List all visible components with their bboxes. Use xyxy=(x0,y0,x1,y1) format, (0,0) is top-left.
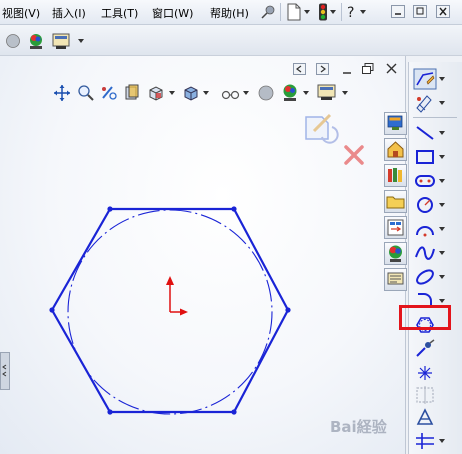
design-library-tab[interactable] xyxy=(384,164,407,187)
mirror-icon[interactable] xyxy=(413,384,437,406)
appearance-icon[interactable] xyxy=(5,33,21,49)
dropdown-arrow-icon[interactable] xyxy=(439,131,445,135)
text-icon[interactable] xyxy=(413,406,437,428)
appearances-icon xyxy=(389,245,402,262)
new-document-icon[interactable] xyxy=(286,3,302,21)
dropdown-arrow-icon[interactable] xyxy=(439,203,445,207)
pin-icon[interactable] xyxy=(260,4,276,20)
menu-window[interactable]: 窗口(W) xyxy=(152,5,193,21)
rebuild-icon[interactable] xyxy=(318,3,328,21)
slot-icon[interactable] xyxy=(413,170,437,192)
folder-icon xyxy=(386,196,405,209)
standard-toolbar xyxy=(0,25,462,56)
custom-properties-icon xyxy=(387,272,404,285)
dropdown-arrow-icon[interactable] xyxy=(330,10,336,14)
dropdown-arrow-icon[interactable] xyxy=(360,10,366,14)
toolbar-separator xyxy=(341,3,342,21)
home-tab[interactable] xyxy=(384,138,407,161)
appearances-tab[interactable] xyxy=(384,242,407,265)
dropdown-arrow-icon[interactable] xyxy=(439,179,445,183)
minimize-button[interactable] xyxy=(391,5,405,18)
dropdown-arrow-icon[interactable] xyxy=(439,155,445,159)
graphics-area[interactable] xyxy=(0,56,406,454)
toolbar-separator xyxy=(413,117,457,118)
task-pane xyxy=(384,112,410,294)
circle-icon[interactable] xyxy=(413,194,437,216)
close-button[interactable] xyxy=(436,5,450,18)
scene-icon[interactable] xyxy=(27,32,45,50)
dropdown-arrow-icon[interactable] xyxy=(439,275,445,279)
watermark: Bai経验 xyxy=(330,418,387,436)
chevron-left-icon xyxy=(2,364,7,377)
custom-properties-tab[interactable] xyxy=(384,268,407,291)
point-icon[interactable] xyxy=(413,362,437,384)
dropdown-arrow-icon[interactable] xyxy=(439,101,445,105)
pattern-icon[interactable] xyxy=(413,430,437,452)
dropdown-arrow-icon[interactable] xyxy=(439,299,445,303)
arc-icon[interactable] xyxy=(413,218,437,240)
line-icon[interactable] xyxy=(413,122,437,144)
view-palette-icon xyxy=(387,219,404,236)
ellipse-icon[interactable] xyxy=(413,266,437,288)
menu-insert[interactable]: 插入(I) xyxy=(52,5,86,21)
menu-bar: 视图(V) 插入(I) 工具(T) 窗口(W) 帮助(H) ? xyxy=(0,0,462,25)
minimize-icon xyxy=(395,13,401,15)
close-icon xyxy=(439,7,447,16)
rectangle-icon[interactable] xyxy=(413,146,437,168)
trim-icon[interactable] xyxy=(413,338,437,360)
help-icon[interactable]: ? xyxy=(345,3,359,21)
dropdown-arrow-icon[interactable] xyxy=(78,39,84,43)
smart-dimension-icon[interactable] xyxy=(413,92,437,114)
dropdown-arrow-icon[interactable] xyxy=(439,227,445,231)
dropdown-arrow-icon[interactable] xyxy=(439,251,445,255)
home-icon xyxy=(387,141,404,158)
file-explorer-tab[interactable] xyxy=(384,190,407,213)
view-palette-tab[interactable] xyxy=(384,216,407,239)
menu-help[interactable]: 帮助(H) xyxy=(210,5,249,21)
restore-button[interactable] xyxy=(413,5,427,18)
spline-icon[interactable] xyxy=(413,242,437,264)
polygon-tool-highlight xyxy=(399,305,451,330)
menu-tools[interactable]: 工具(T) xyxy=(101,5,138,21)
dropdown-arrow-icon[interactable] xyxy=(304,10,310,14)
menu-view[interactable]: 视图(V) xyxy=(2,5,40,21)
view-settings-icon[interactable] xyxy=(52,32,70,50)
origin-icon xyxy=(166,276,188,316)
design-library-icon xyxy=(388,168,402,182)
restore-icon xyxy=(416,7,424,15)
sw-resources-tab[interactable] xyxy=(384,112,407,135)
toolbar-separator xyxy=(280,3,281,21)
svg-text:?: ? xyxy=(347,5,354,21)
dropdown-arrow-icon[interactable] xyxy=(439,77,445,81)
sketch-toolbar xyxy=(408,62,462,454)
sketch-canvas[interactable] xyxy=(0,56,405,454)
sw-resources-icon xyxy=(387,115,403,130)
dropdown-arrow-icon[interactable] xyxy=(439,439,445,443)
feature-manager-collapse-tab[interactable] xyxy=(0,352,10,390)
sketch-icon[interactable] xyxy=(413,68,437,90)
